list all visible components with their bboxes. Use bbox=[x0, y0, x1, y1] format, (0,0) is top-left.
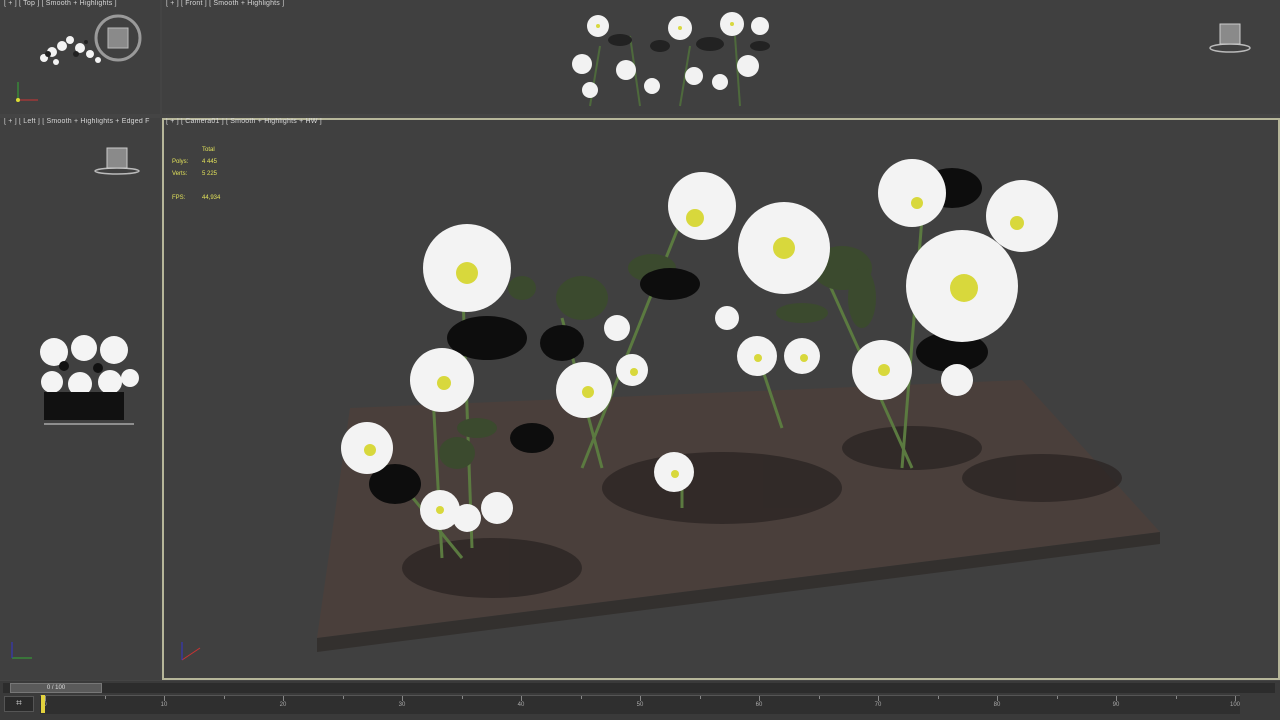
ruler-tick bbox=[937, 696, 939, 699]
viewcube-icon[interactable] bbox=[1208, 20, 1252, 54]
ruler-tick bbox=[402, 696, 403, 701]
viewport-top-label[interactable]: [ + ] [ Top ] [ Smooth + Highlights ] bbox=[4, 0, 117, 7]
ruler-tick bbox=[580, 696, 582, 699]
ruler-tick bbox=[997, 696, 998, 701]
axis-gizmo-icon bbox=[11, 642, 32, 659]
ruler-tick bbox=[1056, 696, 1058, 699]
ruler-label: 90 bbox=[1112, 702, 1120, 708]
time-slider[interactable]: 0 / 100 bbox=[10, 683, 102, 693]
ruler-tick bbox=[45, 696, 46, 701]
viewport-front[interactable]: [ + ] [ Front ] [ Smooth + Highlights ] bbox=[162, 0, 1280, 114]
viewport-left-label[interactable]: [ + ] [ Left ] [ Smooth + Highlights + E… bbox=[4, 118, 150, 125]
ruler-tick bbox=[283, 696, 284, 701]
ruler-tick bbox=[818, 696, 820, 699]
timeline: 0 / 100 ⌗ 0 10 20 30 40 50 60 70 80 90 100 bbox=[0, 681, 1280, 720]
ruler-tick bbox=[521, 696, 522, 701]
viewport-top[interactable]: [ + ] [ Top ] [ Smooth + Highlights ] bbox=[0, 0, 160, 114]
track-bar[interactable]: 0 10 20 30 40 50 60 70 80 90 100 bbox=[40, 695, 1240, 714]
viewport-left[interactable]: [ + ] [ Left ] [ Smooth + Highlights + E… bbox=[0, 118, 160, 680]
ruler-tick bbox=[461, 696, 463, 699]
ruler-label: 70 bbox=[874, 702, 882, 708]
ruler-tick bbox=[878, 696, 879, 701]
ruler-label: 30 bbox=[398, 702, 406, 708]
top-view-flowers bbox=[40, 36, 101, 65]
axis-gizmo-icon bbox=[181, 642, 201, 661]
playhead[interactable] bbox=[41, 695, 45, 713]
viewcube-icon[interactable] bbox=[92, 144, 142, 176]
ruler-label: 100 bbox=[1229, 702, 1241, 708]
ruler-label: 80 bbox=[993, 702, 1001, 708]
ruler-tick bbox=[699, 696, 701, 699]
ruler-tick bbox=[223, 696, 225, 699]
camera-scene bbox=[317, 159, 1160, 652]
time-slider-track[interactable] bbox=[3, 683, 1275, 693]
left-view-flowers bbox=[40, 335, 139, 425]
ruler-tick bbox=[164, 696, 165, 701]
ruler-label: 50 bbox=[636, 702, 644, 708]
ruler-tick bbox=[640, 696, 641, 701]
ruler-tick bbox=[342, 696, 344, 699]
ruler-label: 10 bbox=[160, 702, 168, 708]
axis-gizmo-icon bbox=[16, 82, 38, 102]
ruler-label: 40 bbox=[517, 702, 525, 708]
key-filter-button[interactable]: ⌗ bbox=[4, 696, 34, 712]
ruler-tick bbox=[1175, 696, 1177, 699]
ruler-label: 20 bbox=[279, 702, 287, 708]
ruler-label: 60 bbox=[755, 702, 763, 708]
viewport-front-label[interactable]: [ + ] [ Front ] [ Smooth + Highlights ] bbox=[166, 0, 284, 7]
viewport-camera[interactable]: [ + ] [ Camera01 ] [ Smooth + Highlights… bbox=[162, 118, 1280, 680]
ruler-tick bbox=[104, 696, 106, 699]
ruler-tick bbox=[759, 696, 760, 701]
ruler-tick bbox=[1116, 696, 1117, 701]
ruler-tick bbox=[1235, 696, 1236, 701]
front-view-flowers bbox=[572, 12, 770, 107]
